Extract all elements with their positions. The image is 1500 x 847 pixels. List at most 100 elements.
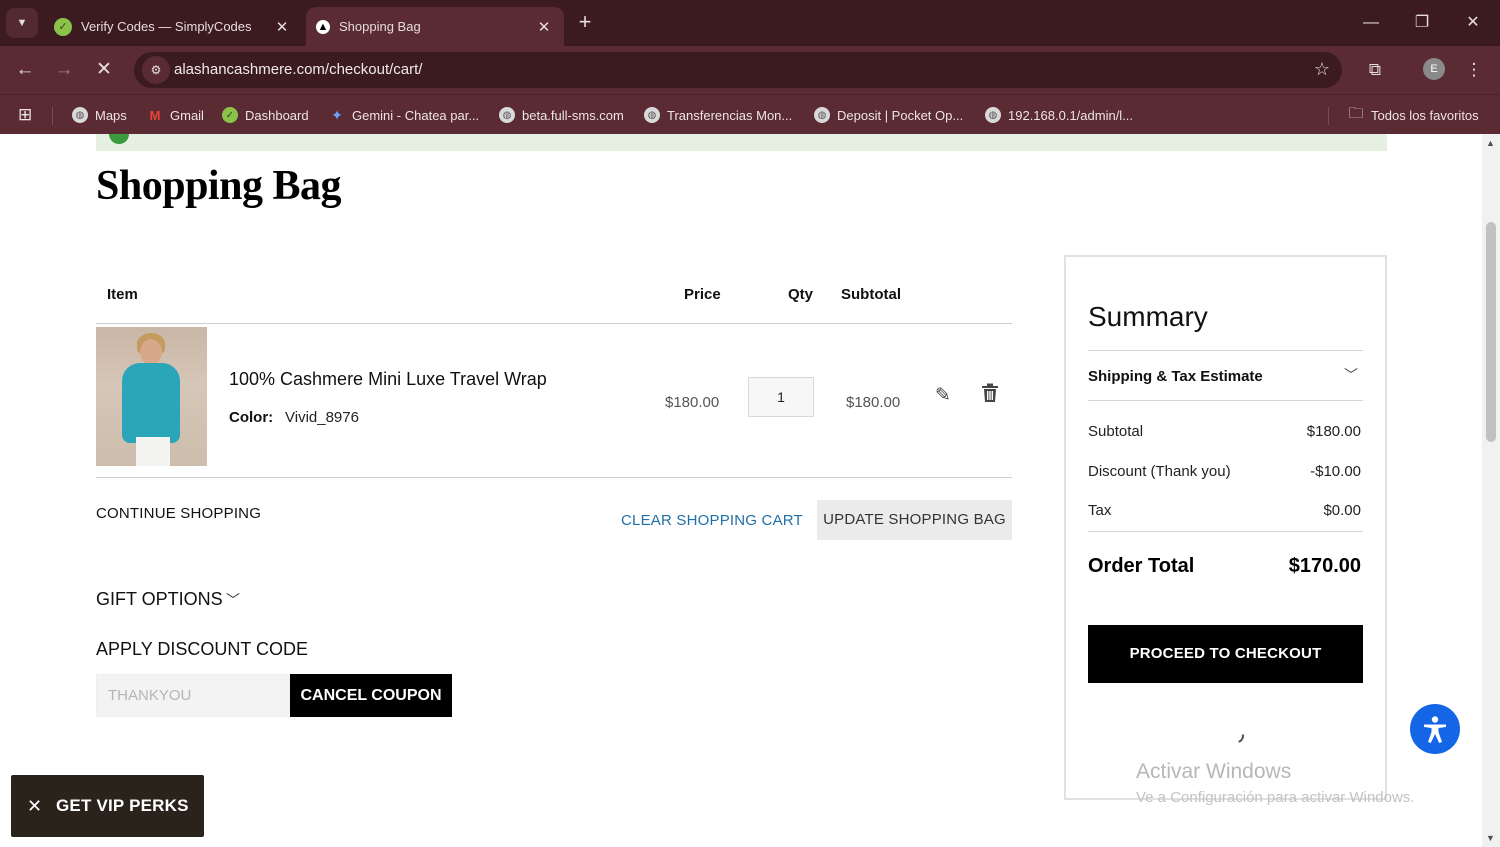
order-total-value: $170.00	[1288, 555, 1361, 577]
bookmark-label: 192.168.0.1/admin/l...	[1008, 107, 1134, 123]
bookmark-label: Transferencias Mon...	[667, 107, 793, 123]
url-text[interactable]: alashancashmere.com/checkout/cart/	[174, 61, 422, 78]
stop-loading-icon[interactable]: ✕	[90, 56, 118, 84]
bookmark-label: Maps	[95, 107, 127, 123]
divider	[96, 477, 1012, 478]
col-header-qty: Qty	[788, 286, 814, 303]
tab-title: Shopping Bag	[339, 19, 421, 34]
order-total-label: Order Total	[1088, 555, 1195, 577]
tab-title: Verify Codes — SimplyCodes	[81, 19, 252, 34]
page-scrollbar[interactable]: ▲ ▼	[1482, 134, 1500, 847]
divider	[1088, 350, 1363, 351]
alashan-favicon-icon: ▲	[316, 19, 330, 34]
divider	[1328, 107, 1329, 125]
tab-verify-codes[interactable]: ✓ Verify Codes — SimplyCodes ✕	[44, 7, 302, 46]
bookmark-label: beta.full-sms.com	[522, 107, 624, 123]
page-title: Shopping Bag	[96, 163, 341, 209]
vip-perks-label: GET VIP PERKS	[56, 796, 189, 815]
scroll-down-arrow-icon[interactable]: ▼	[1486, 833, 1495, 843]
subtotal-label: Subtotal	[1088, 423, 1144, 440]
continue-shopping-link[interactable]: CONTINUE SHOPPING	[96, 505, 261, 522]
product-color-label: Color:	[229, 409, 274, 426]
close-tab-icon[interactable]: ✕	[270, 18, 294, 36]
discount-code-input[interactable]: THANKYOU	[96, 674, 290, 717]
divider	[96, 323, 1012, 324]
item-price: $180.00	[665, 394, 720, 411]
model-head	[140, 339, 162, 365]
restore-icon[interactable]: ❐	[1399, 8, 1445, 38]
success-message-banner	[96, 134, 1387, 151]
trash-svg	[982, 383, 998, 402]
edit-pencil-icon[interactable]: ✎	[935, 384, 957, 406]
success-check-icon	[109, 134, 129, 144]
profile-avatar[interactable]: E	[1423, 58, 1445, 80]
bookmark-router-admin[interactable]: ◍ 192.168.0.1/admin/l...	[985, 103, 1133, 127]
bookmark-label: Gemini - Chatea par...	[352, 107, 480, 123]
site-info-icon[interactable]: ⚙	[142, 56, 170, 84]
cancel-coupon-button[interactable]: CANCEL COUPON	[290, 674, 452, 717]
close-window-icon[interactable]: ✕	[1450, 8, 1496, 38]
gift-options-toggle[interactable]: GIFT OPTIONS	[96, 589, 223, 610]
bookmark-gmail[interactable]: M Gmail	[147, 103, 204, 127]
update-shopping-bag-button[interactable]: UPDATE SHOPPING BAG	[817, 500, 1012, 540]
forward-icon[interactable]: →	[50, 56, 78, 84]
order-summary-panel: Summary Shipping & Tax Estimate ﹀ Subtot…	[1064, 255, 1387, 800]
gemini-sparkle-icon: ✦	[331, 106, 343, 123]
simplycodes-favicon-icon: ✓	[54, 17, 72, 36]
apps-grid-icon[interactable]: ⊞	[18, 103, 32, 127]
bookmark-dashboard[interactable]: ✓ Dashboard	[222, 103, 309, 127]
close-tab-icon[interactable]: ✕	[532, 18, 556, 36]
product-name-link[interactable]: 100% Cashmere Mini Luxe Travel Wrap	[229, 369, 547, 390]
bookmark-label: Gmail	[170, 107, 204, 123]
col-header-subtotal: Subtotal	[841, 286, 901, 303]
address-bar[interactable]: ⚙ alashancashmere.com/checkout/cart/ ☆	[134, 52, 1342, 88]
bookmark-deposit-pocket[interactable]: ◍ Deposit | Pocket Op...	[814, 103, 963, 127]
menu-kebab-icon[interactable]: ⋮	[1460, 56, 1488, 84]
globe-icon: ◍	[499, 107, 515, 123]
loading-spinner-icon	[1227, 726, 1247, 746]
globe-icon: ◍	[72, 107, 88, 123]
extensions-icon[interactable]: ⧉	[1361, 56, 1389, 84]
bookmark-transferencias[interactable]: ◍ Transferencias Mon...	[644, 103, 792, 127]
globe-icon: ◍	[644, 107, 660, 123]
new-tab-button[interactable]: +	[572, 10, 598, 36]
tax-label: Tax	[1088, 502, 1112, 519]
discount-value: -$10.00	[1310, 463, 1361, 480]
delete-trash-icon[interactable]	[981, 383, 1001, 405]
minimize-icon[interactable]: —	[1348, 8, 1394, 38]
quantity-input[interactable]: 1	[748, 377, 814, 417]
accessibility-icon[interactable]	[1410, 704, 1460, 754]
scrollbar-thumb[interactable]	[1486, 222, 1496, 442]
bookmarks-bar: ⊞ ◍ Maps M Gmail ✓ Dashboard ✦ Gemini - …	[0, 94, 1500, 134]
back-icon[interactable]: ←	[11, 56, 39, 84]
vip-perks-widget[interactable]: ✕ GET VIP PERKS	[11, 775, 204, 837]
tab-shopping-bag[interactable]: ▲ Shopping Bag ✕	[306, 7, 564, 46]
shipping-tax-estimate-toggle[interactable]: Shipping & Tax Estimate	[1088, 368, 1263, 385]
bookmark-maps[interactable]: ◍ Maps	[72, 103, 127, 127]
tab-search-button[interactable]: ▼	[6, 8, 38, 38]
chevron-down-icon[interactable]: ﹀	[1344, 365, 1358, 385]
item-subtotal: $180.00	[846, 394, 901, 411]
scroll-up-arrow-icon[interactable]: ▲	[1486, 138, 1495, 148]
col-header-price: Price	[684, 286, 721, 303]
col-header-item: Item	[107, 286, 138, 303]
gmail-icon: M	[149, 107, 161, 123]
close-icon[interactable]: ✕	[27, 796, 47, 817]
simplycodes-icon: ✓	[222, 107, 238, 123]
bookmark-beta-full-sms[interactable]: ◍ beta.full-sms.com	[499, 103, 624, 127]
accessibility-figure-svg	[1424, 716, 1446, 743]
bookmark-star-icon[interactable]: ☆	[1314, 59, 1330, 80]
globe-icon: ◍	[985, 107, 1001, 123]
bookmark-gemini[interactable]: ✦ Gemini - Chatea par...	[329, 103, 479, 127]
all-bookmarks[interactable]: 🗀 Todos los favoritos	[1348, 103, 1479, 127]
chevron-down-icon[interactable]: ﹀	[226, 590, 240, 610]
globe-icon: ◍	[814, 107, 830, 123]
product-color-value: Vivid_8976	[285, 409, 359, 426]
product-image[interactable]	[96, 327, 207, 466]
clear-shopping-cart-link[interactable]: CLEAR SHOPPING CART	[621, 512, 803, 529]
page-viewport: Shopping Bag Item Price Qty Subtotal 100…	[0, 134, 1482, 847]
divider	[1088, 400, 1363, 401]
folder-icon: 🗀	[1348, 104, 1364, 122]
bookmark-label: Todos los favoritos	[1371, 107, 1479, 123]
proceed-to-checkout-button[interactable]: PROCEED TO CHECKOUT	[1088, 625, 1363, 683]
